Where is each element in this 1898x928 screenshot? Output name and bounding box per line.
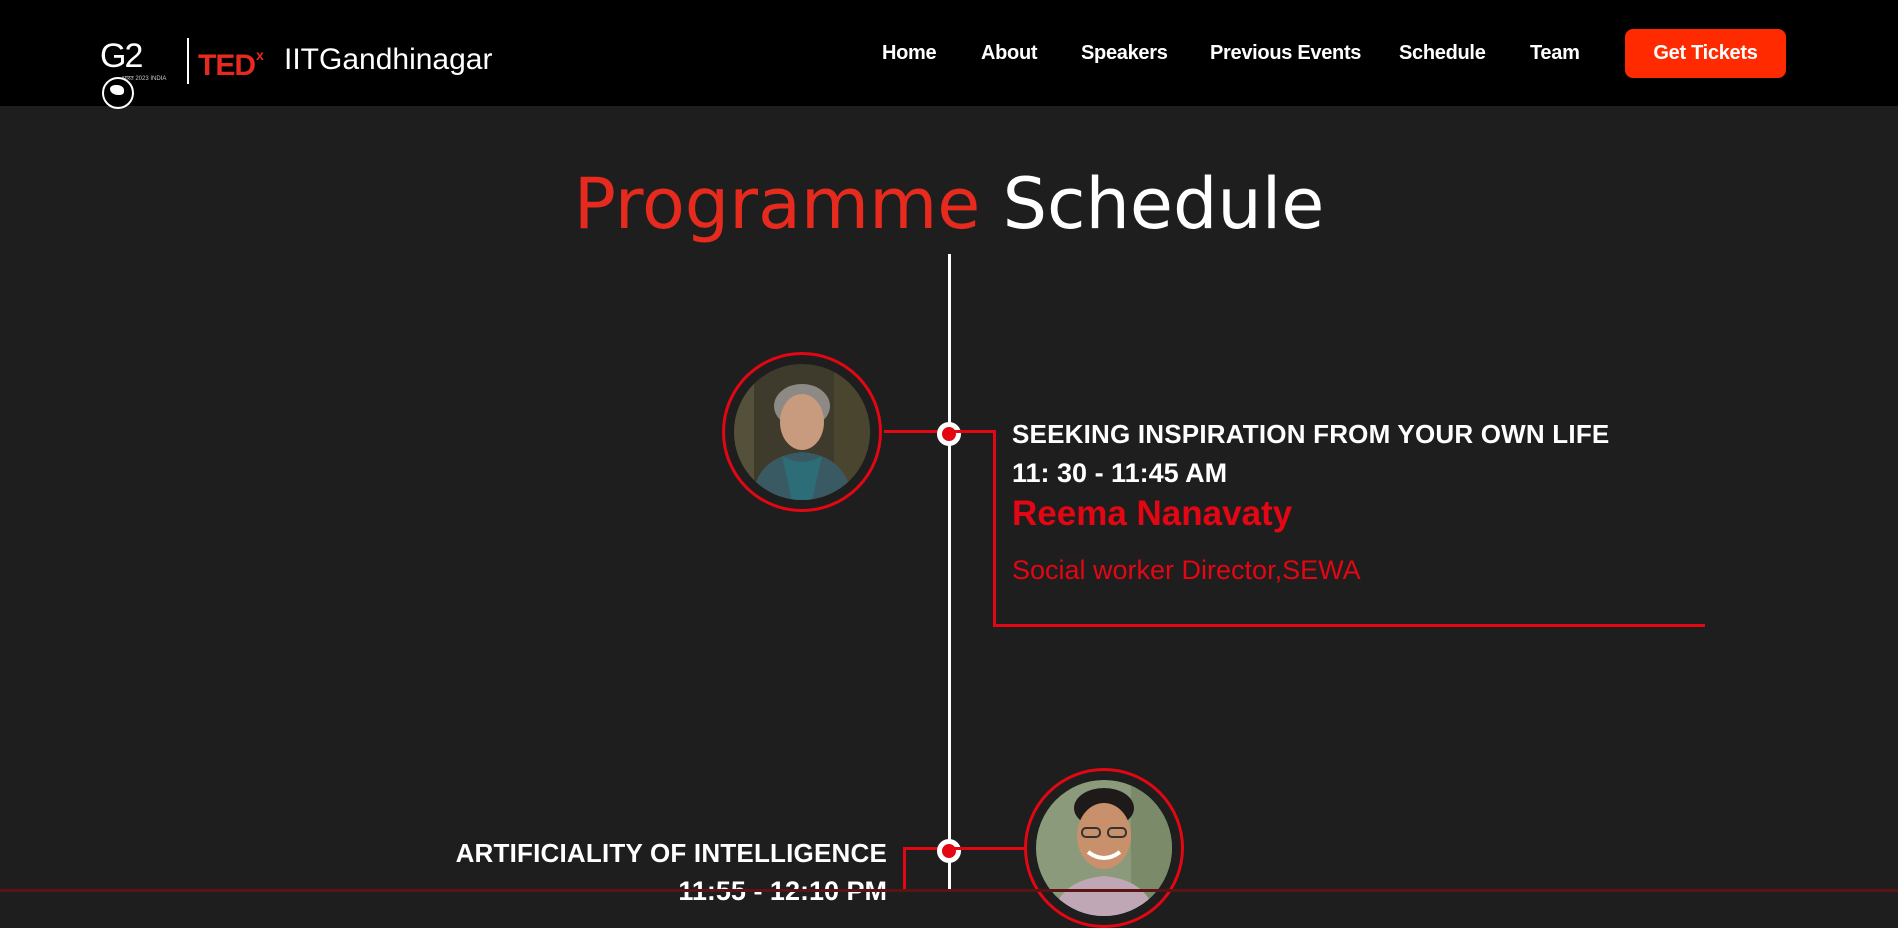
connector-2b — [952, 847, 1026, 850]
talk-time-1: 11: 30 - 11:45 AM — [1012, 458, 1228, 488]
nav-speakers[interactable]: Speakers — [1081, 42, 1168, 65]
tedx-logo: TEDx — [198, 42, 264, 83]
bracket-horizontal-1 — [993, 624, 1705, 627]
nav-home[interactable]: Home — [882, 42, 937, 65]
bracket-vertical-1 — [993, 430, 996, 627]
event-name: IITGandhinagar — [284, 43, 493, 76]
title-rest: Schedule — [1002, 163, 1325, 245]
nav-schedule[interactable]: Schedule — [1399, 42, 1486, 65]
speaker-avatar-2[interactable] — [1024, 768, 1184, 928]
timeline-line — [948, 254, 951, 892]
talk-title-2: ARTIFICIALITY OF INTELLIGENCE — [455, 838, 887, 868]
nav-team[interactable]: Team — [1530, 42, 1580, 65]
timeline-node-1 — [937, 422, 961, 446]
speaker-photo — [1036, 780, 1172, 916]
speaker-avatar-1[interactable] — [722, 352, 882, 512]
timeline-node-2 — [937, 839, 961, 863]
title-accent: Programme — [573, 163, 981, 245]
nav-about[interactable]: About — [981, 42, 1038, 65]
ted-wordmark: TED — [198, 49, 256, 82]
speaker-name-1[interactable]: Reema Nanavaty — [1012, 494, 1292, 534]
bracket-vertical-2 — [903, 847, 906, 892]
g20-tagline: भारत 2023 INDIA — [122, 76, 167, 82]
page-title: Programme Schedule — [0, 164, 1898, 244]
g20-text: G2 — [100, 37, 143, 75]
x-mark: x — [256, 47, 264, 63]
logo-divider — [187, 38, 189, 84]
get-tickets-button[interactable]: Get Tickets — [1625, 29, 1786, 78]
connector-1b — [952, 430, 996, 433]
speaker-role-1: Social worker Director,SEWA — [1012, 555, 1361, 585]
speaker-photo — [734, 364, 870, 500]
talk-title-1: SEEKING INSPIRATION FROM YOUR OWN LIFE — [1012, 419, 1610, 449]
nav-previous-events[interactable]: Previous Events — [1210, 42, 1361, 65]
site-header: G2 भारत 2023 INDIA TEDx IITGandhinagar H… — [0, 0, 1898, 109]
